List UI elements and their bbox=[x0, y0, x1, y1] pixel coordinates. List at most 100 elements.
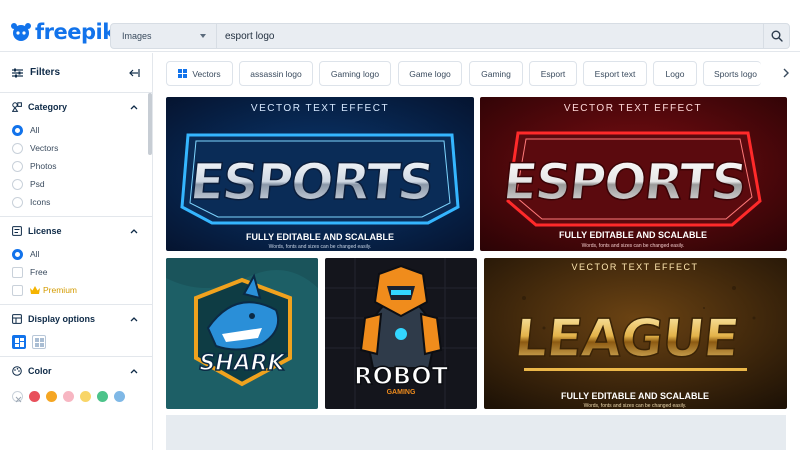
tag-label: Esport text bbox=[594, 68, 636, 79]
tag-logo[interactable]: Logo bbox=[653, 61, 697, 86]
radio-selected[interactable] bbox=[12, 124, 23, 136]
mosaic-icon bbox=[14, 337, 24, 347]
display-options-section: Display options bbox=[0, 305, 152, 357]
category-header[interactable]: Category bbox=[12, 93, 140, 121]
tag-vectors[interactable]: Vectors bbox=[166, 61, 233, 86]
option-label: Psd bbox=[30, 179, 45, 189]
swatch-green[interactable] bbox=[97, 390, 108, 402]
chevron-right-icon[interactable] bbox=[780, 67, 792, 79]
color-title: Color bbox=[28, 366, 52, 376]
tag-label: Gaming bbox=[481, 68, 511, 79]
search-type-label: Images bbox=[122, 31, 152, 41]
display-toggle bbox=[12, 333, 140, 359]
option-label: All bbox=[30, 249, 40, 259]
sidebar-scrollbar[interactable] bbox=[148, 93, 152, 155]
filters-sidebar: Filters Category All Vectors Photos Psd … bbox=[0, 53, 153, 450]
tag-assassin-logo[interactable]: assassin logo bbox=[239, 61, 313, 86]
license-option-all[interactable]: All bbox=[12, 245, 140, 263]
freepik-search-page: freepik Images esport logo Filters Categ… bbox=[0, 0, 800, 450]
license-option-free[interactable]: Free bbox=[12, 263, 140, 281]
category-title: Category bbox=[28, 102, 68, 112]
category-option-photos[interactable]: Photos bbox=[12, 157, 140, 175]
filters-header: Filters bbox=[0, 53, 152, 93]
license-header[interactable]: License bbox=[12, 217, 140, 245]
license-option-premium[interactable]: Premium bbox=[12, 281, 140, 299]
tag-gaming[interactable]: Gaming bbox=[469, 61, 523, 86]
swatch-blue[interactable] bbox=[114, 390, 125, 402]
card-sub-word: GAMING bbox=[387, 389, 416, 396]
chevron-up-icon bbox=[130, 369, 138, 374]
tag-esport[interactable]: Esport bbox=[529, 61, 577, 86]
card-top-text: VECTOR TEXT EFFECT bbox=[571, 262, 698, 272]
card-main-word: SHARK bbox=[199, 351, 286, 376]
license-section: License All Free Premium bbox=[0, 217, 152, 305]
layout-mosaic-button[interactable] bbox=[12, 335, 26, 349]
card-sub-note: Words, fonts and sizes can be changed ea… bbox=[584, 403, 687, 409]
swatch-orange[interactable] bbox=[46, 390, 57, 402]
filters-title: Filters bbox=[30, 67, 61, 78]
color-header[interactable]: Color bbox=[12, 357, 140, 385]
search-button[interactable] bbox=[763, 24, 789, 48]
radio[interactable] bbox=[12, 178, 23, 190]
option-label: Premium bbox=[43, 285, 78, 295]
sliders-icon bbox=[12, 68, 23, 77]
result-card-esports-blue[interactable]: VECTOR TEXT EFFECT ESPORTS FULLY EDITABL… bbox=[166, 97, 474, 251]
league-text-image: VECTOR TEXT EFFECT LEAGUE FULLY EDITABLE… bbox=[484, 258, 787, 409]
chevron-up-icon bbox=[130, 105, 138, 110]
card-sub-heading: FULLY EDITABLE AND SCALABLE bbox=[561, 391, 709, 401]
shark-mascot-image: SHARK bbox=[166, 258, 318, 409]
result-card-esports-red[interactable]: VECTOR TEXT EFFECT ESPORTS FULLY EDITABL… bbox=[480, 97, 787, 251]
result-card-robot[interactable]: ROBOT GAMING bbox=[325, 258, 477, 409]
chevron-up-icon bbox=[130, 317, 138, 322]
category-icon bbox=[12, 102, 22, 112]
card-main-word: LEAGUE bbox=[512, 309, 742, 369]
tag-gaming-logo[interactable]: Gaming logo bbox=[319, 61, 391, 86]
swatch-none[interactable] bbox=[12, 390, 23, 402]
esports-red-image: VECTOR TEXT EFFECT ESPORTS FULLY EDITABL… bbox=[480, 97, 787, 251]
freepik-logo-icon bbox=[11, 23, 31, 41]
radio[interactable] bbox=[12, 142, 23, 154]
swatch-pink[interactable] bbox=[63, 390, 74, 402]
tag-label: Vectors bbox=[192, 68, 221, 79]
license-icon bbox=[12, 226, 22, 236]
category-option-all[interactable]: All bbox=[12, 121, 140, 139]
chevron-down-icon bbox=[200, 34, 206, 38]
color-section: Color bbox=[0, 357, 152, 417]
search-bar: Images bbox=[110, 23, 790, 49]
tag-game-logo[interactable]: Game logo bbox=[398, 61, 462, 86]
tag-sports-logo[interactable]: Sports logo bbox=[703, 61, 761, 86]
category-option-psd[interactable]: Psd bbox=[12, 175, 140, 193]
radio[interactable] bbox=[12, 196, 23, 208]
grid-icon bbox=[34, 337, 44, 347]
option-label: All bbox=[30, 125, 40, 135]
esports-blue-image: VECTOR TEXT EFFECT ESPORTS FULLY EDITABL… bbox=[166, 97, 474, 251]
result-card-league[interactable]: VECTOR TEXT EFFECT LEAGUE FULLY EDITABLE… bbox=[484, 258, 787, 409]
search-type-select[interactable]: Images bbox=[111, 24, 217, 48]
display-options-title: Display options bbox=[28, 314, 96, 324]
card-sub-heading: FULLY EDITABLE AND SCALABLE bbox=[246, 232, 394, 242]
swatch-red[interactable] bbox=[29, 390, 40, 402]
checkbox[interactable] bbox=[12, 266, 23, 278]
search-input[interactable] bbox=[225, 24, 755, 48]
tag-label: assassin logo bbox=[250, 68, 302, 79]
category-option-icons[interactable]: Icons bbox=[12, 193, 140, 211]
collapse-sidebar-icon[interactable] bbox=[128, 67, 140, 79]
radio-selected[interactable] bbox=[12, 248, 23, 260]
layout-grid-button[interactable] bbox=[32, 335, 46, 349]
loading-placeholder-card bbox=[166, 415, 786, 450]
results-grid: VECTOR TEXT EFFECT ESPORTS FULLY EDITABL… bbox=[154, 93, 800, 450]
result-card-shark[interactable]: SHARK bbox=[166, 258, 318, 409]
freepik-logo[interactable]: freepik bbox=[9, 20, 116, 44]
checkbox[interactable] bbox=[12, 284, 23, 296]
display-options-header[interactable]: Display options bbox=[12, 305, 140, 333]
swatch-yellow[interactable] bbox=[80, 390, 91, 402]
color-swatches bbox=[12, 385, 140, 407]
card-sub-note: Words, fonts and sizes can be changed ea… bbox=[582, 243, 685, 249]
logo-text: freepik bbox=[35, 20, 116, 44]
tag-label: Sports logo bbox=[714, 68, 757, 79]
tag-esport-text[interactable]: Esport text bbox=[583, 61, 647, 86]
radio[interactable] bbox=[12, 160, 23, 172]
category-option-vectors[interactable]: Vectors bbox=[12, 139, 140, 157]
tag-label: Esport bbox=[540, 68, 566, 79]
robot-mascot-image: ROBOT GAMING bbox=[325, 258, 477, 409]
